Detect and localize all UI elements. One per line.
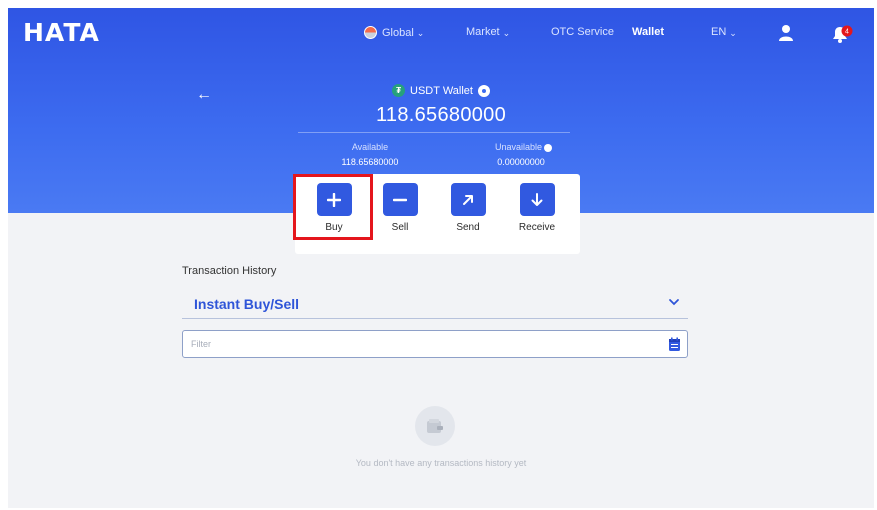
sell-button[interactable]: Sell: [376, 183, 424, 233]
unavailable-value: 0.00000000: [497, 157, 545, 167]
nav-global[interactable]: Global ⌄: [364, 26, 424, 39]
nav-otc-label: OTC Service: [551, 26, 614, 38]
nav-market-label: Market: [466, 26, 500, 38]
empty-history-text: You don't have any transactions history …: [355, 458, 527, 468]
transaction-type-select[interactable]: Instant Buy/Sell: [182, 290, 688, 319]
chevron-down-icon: ⌄: [416, 28, 425, 38]
balance-divider: [298, 132, 570, 133]
buy-highlight-box: [293, 174, 373, 240]
app-frame: HATA Global ⌄ Market ⌄ OTC Service Walle…: [8, 8, 874, 508]
send-label: Send: [456, 222, 480, 233]
receive-label: Receive: [518, 222, 556, 233]
empty-wallet-icon: [415, 406, 455, 446]
nav-wallet-label: Wallet: [632, 26, 664, 38]
nav-language-label: EN: [711, 26, 727, 38]
calendar-icon[interactable]: [668, 337, 681, 352]
arrow-down-icon: [519, 183, 555, 216]
sell-label: Sell: [391, 222, 409, 233]
receive-button[interactable]: Receive: [513, 183, 561, 233]
chevron-down-icon: [669, 299, 679, 306]
wallet-title: ₮ USDT Wallet: [8, 84, 874, 97]
nav-global-label: Global: [382, 26, 414, 39]
unavailable-label: Unavailable: [494, 142, 543, 152]
filter-placeholder: Filter: [191, 339, 211, 349]
minus-icon: [382, 183, 418, 216]
send-button[interactable]: Send: [444, 183, 492, 233]
chevron-down-icon: ⌄: [502, 27, 511, 38]
nav-market[interactable]: Market ⌄: [466, 26, 510, 38]
wallet-title-label: USDT Wallet: [410, 84, 473, 97]
globe-icon: [364, 26, 377, 39]
nav-language[interactable]: EN ⌄: [711, 26, 737, 38]
transaction-type-value: Instant Buy/Sell: [194, 296, 300, 312]
hata-logo[interactable]: HATA: [23, 18, 100, 47]
chevron-down-icon: ⌄: [729, 27, 737, 38]
usdt-coin-icon: ₮: [392, 84, 406, 97]
eye-icon[interactable]: [477, 84, 490, 97]
info-icon[interactable]: [544, 143, 553, 152]
transaction-history-label: Transaction History: [182, 265, 277, 277]
user-icon[interactable]: [776, 23, 796, 43]
available-value: 118.65680000: [341, 157, 399, 167]
nav-wallet[interactable]: Wallet: [632, 26, 664, 38]
notification-count: 4: [845, 29, 849, 36]
wallet-balance: 118.65680000: [375, 104, 507, 126]
available-label: Available: [351, 142, 389, 152]
filter-input[interactable]: Filter: [182, 330, 688, 358]
unavailable-label-wrap: Unavailable: [476, 142, 571, 152]
notification-bell-icon[interactable]: 4: [830, 24, 854, 44]
nav-otc-service[interactable]: OTC Service: [551, 26, 614, 38]
arrow-up-right-icon: [450, 183, 486, 216]
